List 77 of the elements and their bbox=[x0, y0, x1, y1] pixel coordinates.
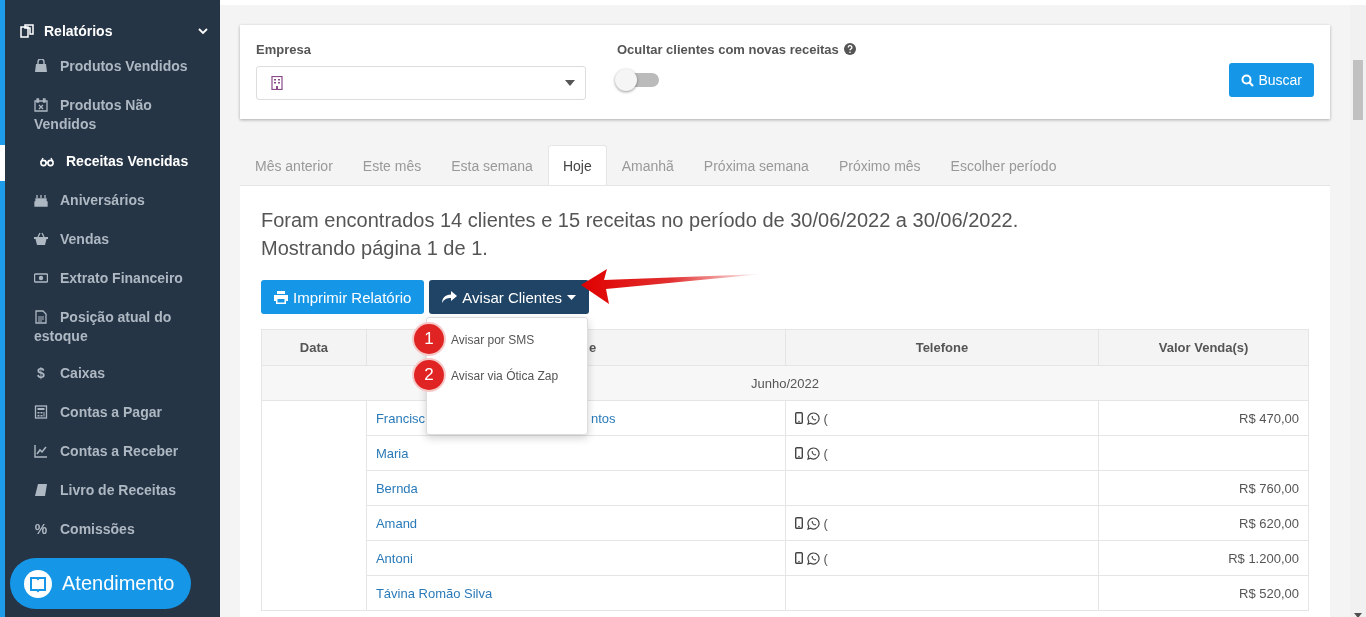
phone-text: ( bbox=[823, 445, 828, 461]
number-badge: 1 bbox=[414, 324, 444, 354]
scrollbar-thumb[interactable] bbox=[1353, 60, 1363, 120]
client-link[interactable]: Amand bbox=[375, 515, 418, 531]
sidebar-section-header[interactable]: Relatórios bbox=[20, 20, 208, 42]
building-icon bbox=[271, 76, 283, 90]
sidebar-item[interactable]: $ Caixas bbox=[5, 357, 220, 393]
client-link[interactable]: Antoni bbox=[375, 550, 413, 566]
client-link[interactable]: ntos bbox=[590, 410, 616, 426]
sale-value: R$ 1.200,00 bbox=[1228, 550, 1299, 566]
notify-dropdown-button[interactable]: Avisar Clientes bbox=[429, 280, 590, 314]
client-link[interactable]: Bernda bbox=[375, 480, 418, 496]
company-select[interactable] bbox=[256, 66, 586, 100]
field-label: Ocultar clientes com novas receitas bbox=[617, 41, 839, 57]
sidebar-item-icon: % bbox=[34, 520, 48, 539]
caret-icon bbox=[565, 80, 575, 86]
phone-text: ( bbox=[823, 550, 828, 566]
cake-icon bbox=[34, 193, 48, 207]
summary-text: Mostrando página 1 de 1. bbox=[261, 236, 489, 261]
scroll-down-icon bbox=[1354, 613, 1362, 617]
sale-value: R$ 620,00 bbox=[1239, 515, 1299, 531]
line-chart-icon bbox=[34, 444, 48, 458]
column-header: Telefone bbox=[785, 329, 1099, 366]
sidebar-item[interactable]: Contas a Receber bbox=[5, 435, 220, 471]
documents-icon bbox=[20, 24, 34, 38]
sale-value: R$ 520,00 bbox=[1239, 585, 1299, 601]
mobile-phone-icon bbox=[794, 552, 803, 564]
calculator-icon bbox=[34, 405, 48, 419]
summary-text: Foram encontrados 14 clientes e 15 receitas no período de 30/06/2022 a 30/06/2022. bbox=[261, 208, 1020, 233]
sale-value: R$ 470,00 bbox=[1239, 410, 1299, 426]
report-tab[interactable]: Hoje bbox=[547, 145, 607, 185]
phone-text: ( bbox=[823, 410, 828, 426]
menu-item[interactable]: Avisar via Ótica Zap bbox=[447, 358, 587, 394]
mobile-phone-icon bbox=[794, 517, 803, 529]
printer-icon bbox=[274, 290, 288, 304]
search-icon bbox=[1241, 73, 1255, 87]
toggle-switch[interactable] bbox=[617, 69, 659, 91]
sidebar-item[interactable]: Produtos Não Vendidos bbox=[5, 89, 220, 142]
menu-item[interactable]: Avisar por SMS bbox=[447, 322, 587, 358]
chat-bubble-icon bbox=[806, 411, 820, 425]
mobile-phone-icon bbox=[794, 412, 803, 424]
column-header: Data bbox=[261, 329, 367, 366]
chat-bubble-icon bbox=[806, 516, 820, 530]
bag-icon bbox=[34, 59, 48, 73]
book-icon bbox=[34, 483, 48, 497]
chat-bubble-icon bbox=[806, 551, 820, 565]
sidebar-item[interactable]: Contas a Pagar bbox=[5, 396, 220, 432]
client-link[interactable]: Maria bbox=[375, 445, 409, 461]
chevron-icon bbox=[198, 26, 208, 36]
search-button[interactable]: Buscar bbox=[1229, 63, 1314, 97]
calendar-icon bbox=[34, 98, 48, 112]
print-button[interactable]: Imprimir Relatório bbox=[261, 280, 425, 314]
sidebar-item[interactable]: Livro de Receitas bbox=[5, 474, 220, 510]
chat-bubble-icon bbox=[806, 446, 820, 460]
sidebar-item[interactable]: Posição atual do estoque bbox=[5, 301, 220, 354]
mobile-phone-icon bbox=[794, 447, 803, 459]
field-label: Empresa bbox=[256, 40, 312, 58]
caret-icon bbox=[567, 294, 577, 300]
sale-value: R$ 760,00 bbox=[1239, 480, 1299, 496]
column-header: Valor Venda(s) bbox=[1098, 329, 1309, 366]
support-button[interactable]: Atendimento bbox=[10, 558, 191, 609]
share-arrow-icon bbox=[442, 290, 458, 304]
banknote-icon bbox=[34, 271, 48, 285]
client-link[interactable]: Távina Romão Silva bbox=[375, 585, 493, 601]
document-icon bbox=[34, 310, 48, 324]
number-badge: 2 bbox=[414, 360, 444, 390]
phone-text: ( bbox=[823, 515, 828, 531]
sidebar-item[interactable]: Vendas bbox=[5, 223, 220, 259]
help-icon bbox=[843, 43, 856, 55]
sidebar-item[interactable]: % Comissões bbox=[5, 513, 220, 549]
sidebar-item[interactable]: Aniversários bbox=[5, 184, 220, 220]
sidebar-item-icon: $ bbox=[34, 364, 48, 383]
client-link[interactable]: Francisc bbox=[375, 410, 426, 426]
sidebar-item[interactable]: Extrato Financeiro bbox=[5, 262, 220, 298]
sidebar-item[interactable]: Produtos Vendidos bbox=[5, 50, 220, 86]
book-icon bbox=[24, 569, 52, 598]
basket-icon bbox=[34, 232, 48, 246]
